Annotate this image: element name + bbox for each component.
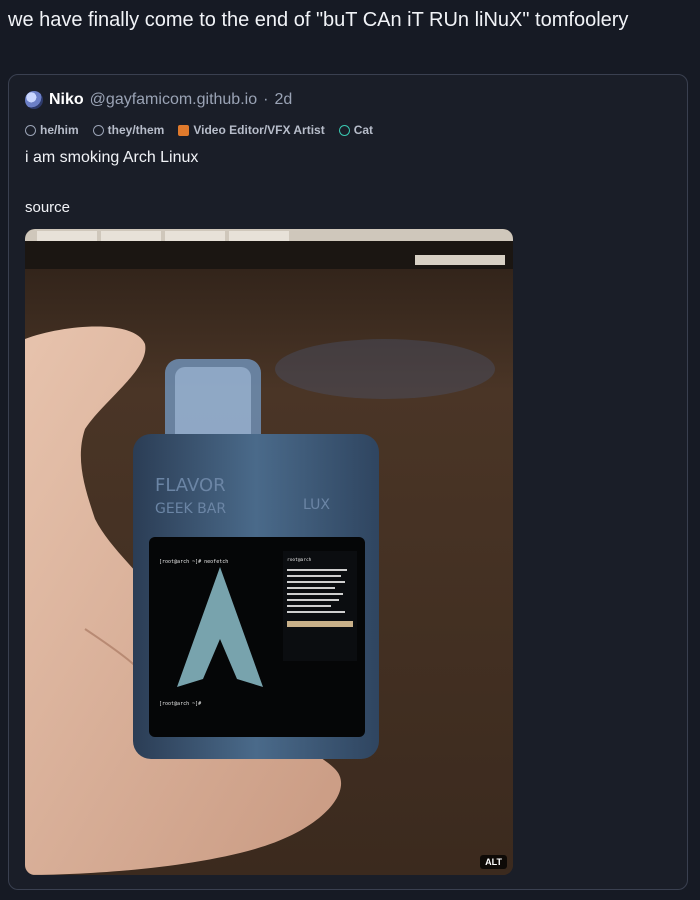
pronoun-icon [25, 124, 36, 136]
separator: · [263, 91, 269, 108]
device-flavor: FLAVOR [155, 475, 226, 496]
tag-label: he/him [40, 123, 79, 137]
media-photo[interactable]: FLAVOR GEEK BAR LUX [root@arch ~]# neofe… [25, 229, 513, 875]
source-link[interactable]: source [25, 199, 70, 216]
post-text: we have finally come to the end of "buT … [8, 9, 629, 31]
tag-pronoun-he: he/him [25, 123, 79, 137]
tag-pronoun-they: they/them [92, 123, 165, 137]
alt-text-button[interactable]: ALT [480, 855, 507, 869]
tag-species: Cat [338, 123, 374, 137]
avatar[interactable] [25, 91, 43, 109]
fox-icon [178, 124, 190, 136]
quote-body: i am smoking Arch Linux [25, 149, 199, 166]
handle[interactable]: @gayfamicom.github.io [90, 91, 257, 109]
terminal-prompt-bottom: [root@arch ~]# [159, 701, 201, 707]
terminal-prompt-top: [root@arch ~]# neofetch [159, 559, 228, 565]
device-side: LUX [303, 497, 330, 513]
tag-label: they/them [107, 123, 165, 137]
photo-illustration: FLAVOR GEEK BAR LUX [root@arch ~]# neofe… [25, 229, 513, 875]
keyboard [25, 229, 513, 269]
tag-label: Cat [353, 123, 374, 137]
display-name[interactable]: Niko [49, 91, 84, 109]
profile-tags: he/him they/them Video Editor/VFX Artist… [25, 123, 373, 137]
tag-label: Video Editor/VFX Artist [193, 123, 325, 137]
post-age[interactable]: 2d [274, 91, 292, 109]
quote-header: Niko @gayfamicom.github.io · 2d [25, 91, 292, 109]
info-header: root@arch [287, 557, 312, 563]
pronoun-icon [92, 124, 104, 136]
device-brand: GEEK BAR [155, 501, 226, 517]
cat-icon [338, 124, 350, 136]
tag-role: Video Editor/VFX Artist [178, 123, 325, 137]
quoted-post[interactable]: Niko @gayfamicom.github.io · 2d he/him t… [8, 74, 688, 890]
